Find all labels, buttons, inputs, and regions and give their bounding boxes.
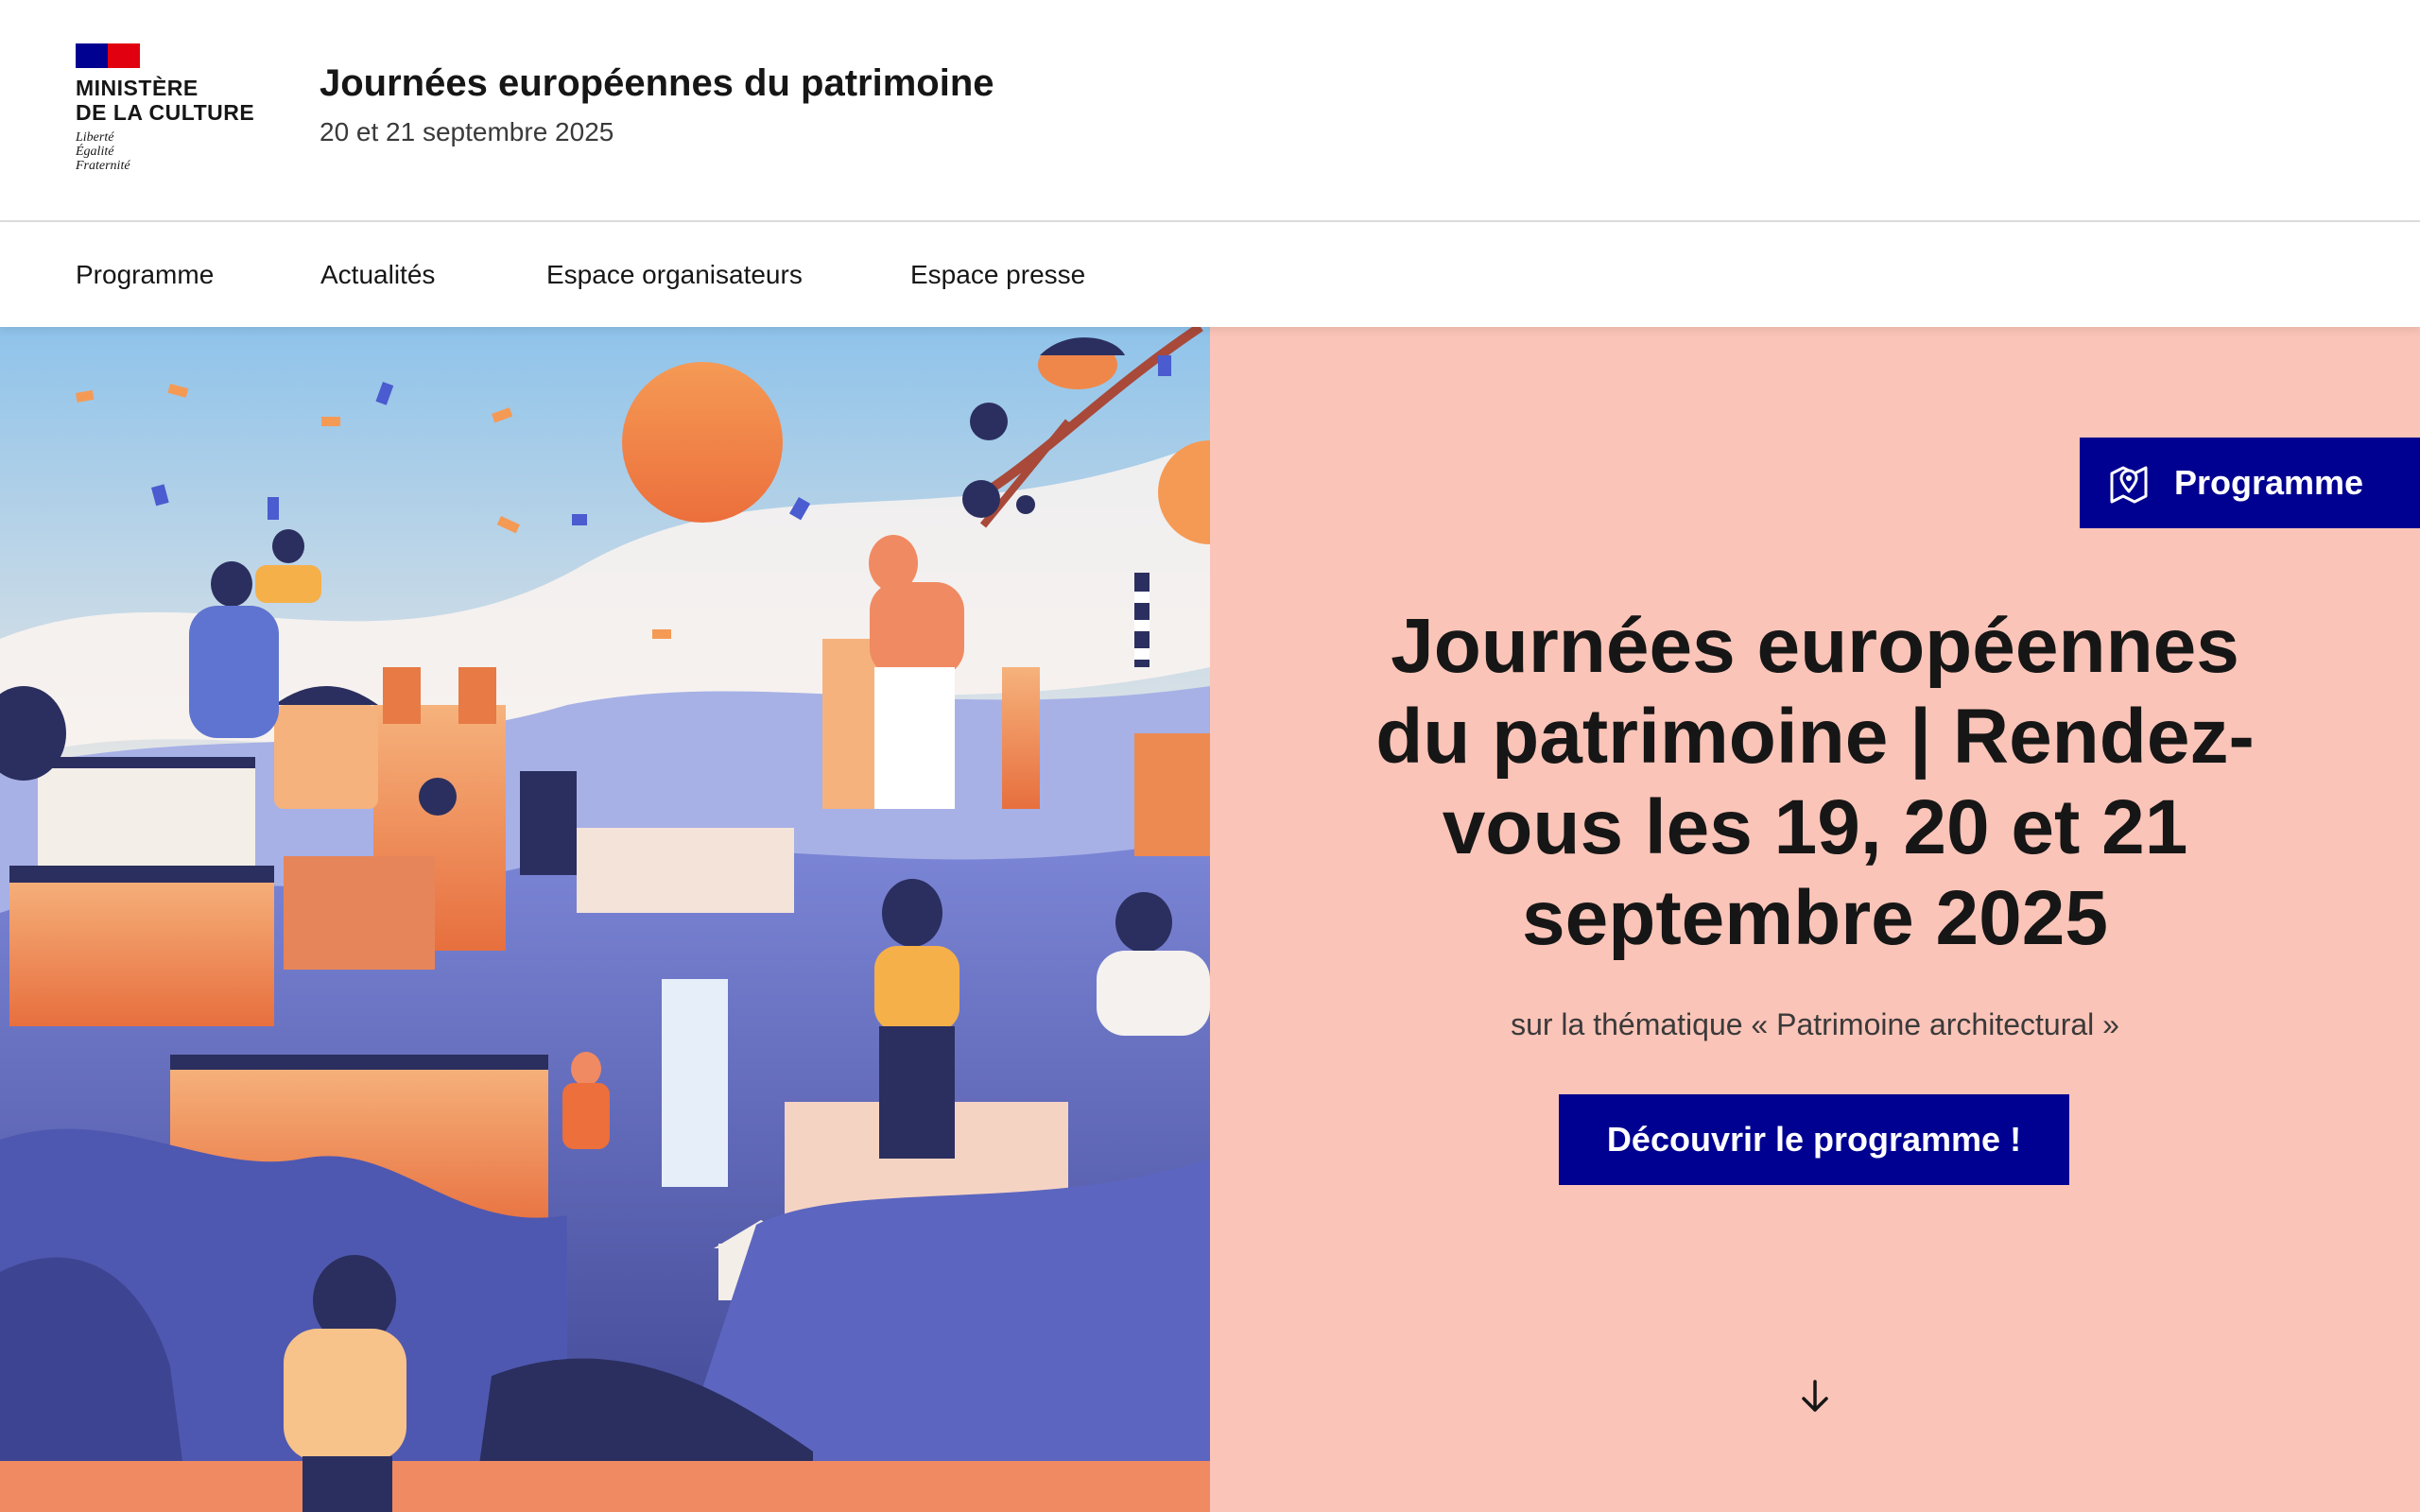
hero-section: Programme Journées européennes du patrim… — [0, 327, 2420, 1512]
hero-subtitle: sur la thématique « Patrimoine architect… — [1511, 1007, 2119, 1041]
arrow-down-icon[interactable] — [1794, 1376, 1836, 1418]
site-tagline: 20 et 21 septembre 2025 — [320, 117, 614, 146]
main-navigation: Programme Actualités Espace organisateur… — [0, 223, 2420, 327]
nav-item-actualites[interactable]: Actualités — [320, 223, 435, 327]
nav-item-espace-presse[interactable]: Espace presse — [910, 223, 1085, 327]
hero-heading: Journées européennes du patrimoine | Ren… — [1361, 601, 2269, 964]
ministry-logo[interactable]: MINISTÈRE DE LA CULTURE Liberté Égalité … — [76, 43, 274, 185]
site-header: MINISTÈRE DE LA CULTURE Liberté Égalité … — [0, 0, 2420, 222]
marianne-flag-icon — [76, 43, 140, 68]
programme-map-button-label: Programme — [2174, 463, 2364, 502]
site-title[interactable]: Journées européennes du patrimoine — [320, 62, 994, 105]
programme-map-button[interactable]: Programme — [2080, 438, 2420, 528]
ministry-name: MINISTÈRE DE LA CULTURE — [76, 76, 255, 125]
hero-panel: Programme Journées européennes du patrim… — [1210, 327, 2420, 1512]
nav-item-espace-organisateurs[interactable]: Espace organisateurs — [546, 223, 803, 327]
discover-programme-button[interactable]: Découvrir le programme ! — [1559, 1094, 2069, 1185]
map-pin-icon — [2110, 466, 2148, 504]
nav-item-programme[interactable]: Programme — [76, 223, 214, 327]
republic-motto: Liberté Égalité Fraternité — [76, 130, 130, 173]
hero-illustration — [0, 327, 1210, 1512]
